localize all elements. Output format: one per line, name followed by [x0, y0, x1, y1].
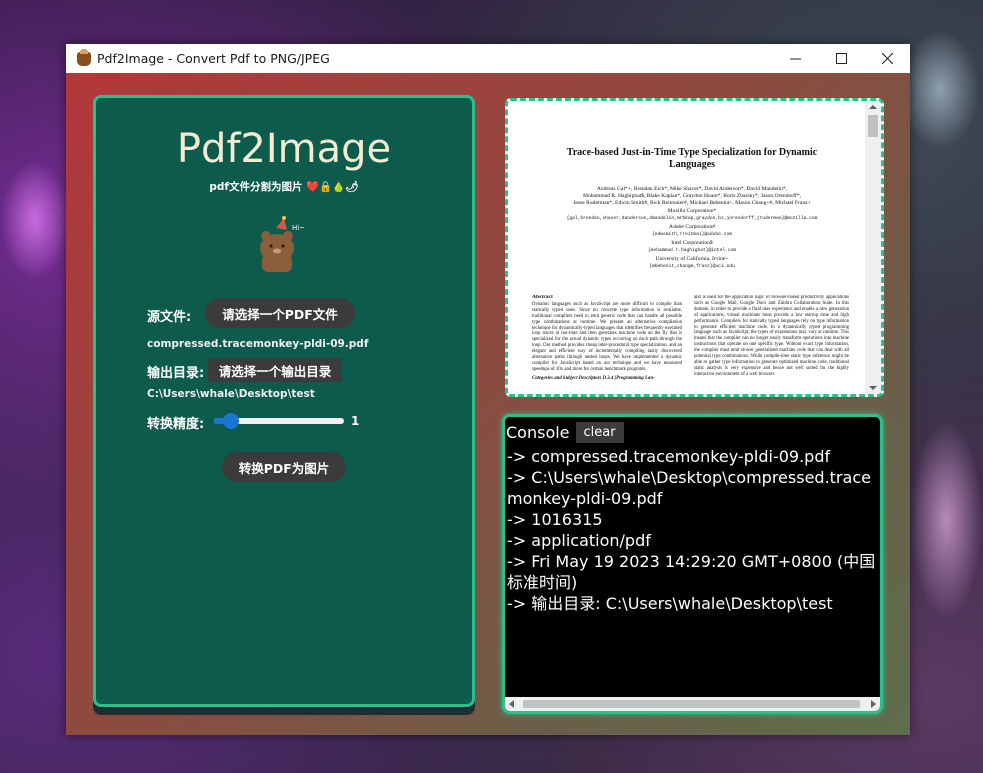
console-scroll-thumb[interactable] [523, 700, 860, 708]
wallpaper-glow-right [910, 420, 983, 620]
precision-value: 1 [351, 414, 360, 428]
control-panel: Pdf2Image pdf文件分割为图片 ❤️🔒🍐🌶 Hi~ 源文件: 请选择一… [93, 95, 475, 707]
precision-label: 转换精度: [147, 417, 205, 432]
app-subtitle: pdf文件分割为图片 ❤️🔒🍐🌶 [209, 181, 359, 193]
console-title: Console [506, 422, 570, 442]
wallpaper-glow-left [0, 160, 70, 280]
scroll-left-icon[interactable] [509, 700, 514, 708]
source-file-path: compressed.tracemonkey-pldi-09.pdf [147, 338, 369, 350]
title-bar[interactable]: Pdf2Image - Convert Pdf to PNG/JPEG [66, 44, 910, 73]
app-logo-icon [77, 48, 91, 66]
select-pdf-button[interactable]: 请选择一个PDF文件 [205, 298, 355, 328]
console-line: -> C:\Users\whale\Desktop\compressed.tra… [507, 468, 871, 508]
output-dir-label: 输出目录: [147, 366, 205, 381]
console-line: -> application/pdf [507, 531, 651, 550]
window-controls [772, 44, 910, 73]
console-output: -> compressed.tracemonkey-pldi-09.pdf ->… [507, 446, 880, 614]
paper-email-2: {edwsmith,rreitmai}@adobe.com [652, 232, 732, 237]
paper-email-3: {mohammad.r.haghighat}@intel.com [647, 248, 737, 253]
output-dir-path: C:\Users\whale\Desktop\test [147, 388, 315, 400]
precision-slider[interactable] [214, 413, 344, 429]
paper-title-line1: Trace-based Just-in-Time Type Specializa… [566, 147, 818, 158]
paper-authors-2: Mohammad R. Haghighat$, Blake Kaplan*, G… [582, 193, 801, 199]
paper-affiliation-4: University of California, Irvine+ [655, 256, 729, 262]
paper-categories: Categories and Subject Descriptors D.3.4… [532, 375, 655, 381]
pdf-preview[interactable]: Trace-based Just-in-Time Type Specializa… [505, 98, 884, 397]
slider-thumb[interactable] [223, 413, 240, 429]
wallpaper-glow-top-right [900, 30, 980, 150]
paper-authors-3: Jesse Ruderman*, Edwin Smith#, Rick Reit… [573, 200, 811, 206]
paper-right-column: and is used for the application logic of… [694, 295, 849, 377]
app-window: Pdf2Image - Convert Pdf to PNG/JPEG Pdf2… [66, 44, 910, 735]
console-panel: Console clear -> compressed.tracemonkey-… [502, 414, 883, 714]
console-header: Console clear [505, 419, 624, 445]
paper-email-1: {gal,brendan,shaver,danderson,dmandelin,… [566, 216, 818, 221]
console-line: -> 1016315 [507, 510, 603, 529]
paper-authors-1: Andreas Gal*+, Brendan Eich*, Mike Shave… [596, 186, 788, 192]
paper-title-line2: Languages [668, 159, 716, 170]
console-horizontal-scrollbar[interactable] [505, 697, 880, 711]
paper-title: Trace-based Just-in-Time Type Specializa… [520, 147, 864, 171]
select-output-dir-button[interactable]: 请选择一个输出目录 [208, 358, 342, 382]
convert-button[interactable]: 转换PDF为图片 [222, 452, 346, 482]
bear-mascot-icon: Hi~ [260, 216, 304, 272]
maximize-icon [835, 53, 847, 64]
svg-text:Hi~: Hi~ [292, 224, 304, 232]
paper-affiliation-3: Intel Corporation$ [671, 240, 713, 246]
clear-button[interactable]: clear [575, 421, 624, 443]
app-title: Pdf2Image [176, 126, 392, 172]
window-title: Pdf2Image - Convert Pdf to PNG/JPEG [97, 51, 330, 66]
minimize-button[interactable] [772, 44, 818, 73]
pdf-page: Trace-based Just-in-Time Type Specializa… [520, 105, 864, 394]
minimize-icon [789, 58, 801, 60]
preview-scrollbar[interactable] [865, 101, 881, 394]
source-file-label: 源文件: [147, 310, 192, 325]
paper-left-column: Abstract Dynamic languages such as JavaS… [532, 295, 682, 394]
paper-email-4: {mbebenit,changm,franz}@uci.edu [649, 264, 735, 269]
paper-affiliation-2: Adobe Corporation# [668, 224, 716, 230]
close-icon [881, 53, 893, 64]
preview-scroll-thumb[interactable] [868, 115, 878, 137]
console-line: -> compressed.tracemonkey-pldi-09.pdf [507, 447, 831, 466]
close-button[interactable] [864, 44, 910, 73]
app-client-area: Pdf2Image pdf文件分割为图片 ❤️🔒🍐🌶 Hi~ 源文件: 请选择一… [66, 73, 910, 735]
maximize-button[interactable] [818, 44, 864, 73]
console-line: -> Fri May 19 2023 14:29:20 GMT+0800 (中国… [507, 552, 876, 592]
scroll-down-icon[interactable] [869, 386, 877, 390]
abstract-text: Dynamic languages such as JavaScript are… [532, 301, 682, 372]
scroll-up-icon[interactable] [869, 105, 877, 109]
paper-affiliation-1: Mozilla Corporation* [667, 208, 717, 214]
scroll-right-icon[interactable] [871, 700, 876, 708]
abstract-heading: Abstract [532, 295, 553, 300]
console-line: -> 输出目录: C:\Users\whale\Desktop\test [507, 594, 833, 613]
